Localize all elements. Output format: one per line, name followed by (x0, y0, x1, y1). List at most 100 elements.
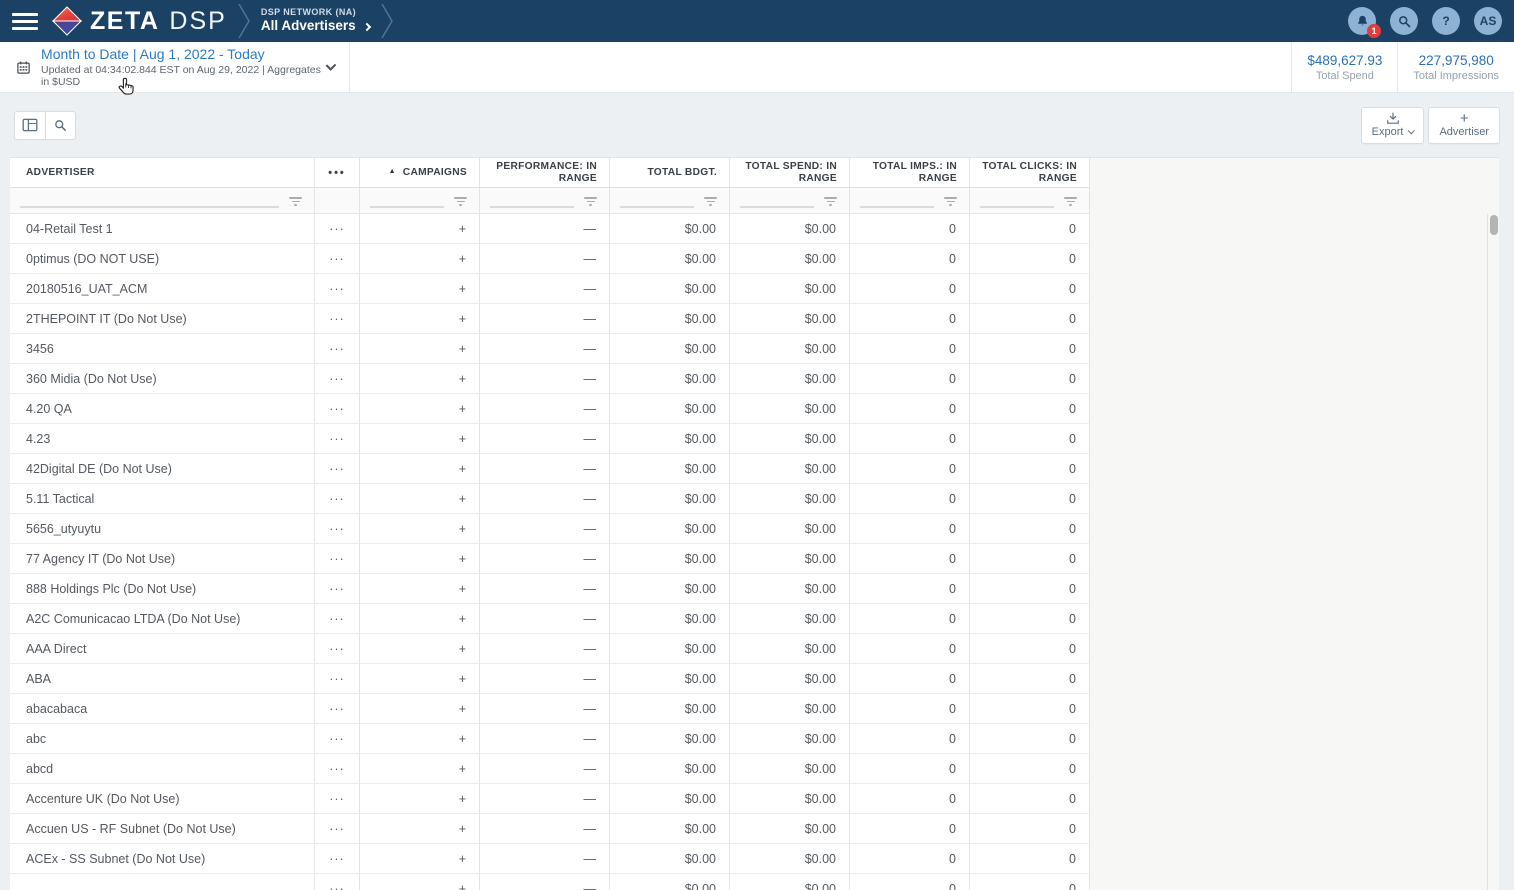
row-menu-button[interactable]: ··· (315, 874, 360, 890)
add-campaign-button[interactable]: + (360, 664, 480, 693)
add-campaign-button[interactable]: + (360, 604, 480, 633)
row-menu-button[interactable]: ··· (315, 844, 360, 873)
column-header-total-impressions[interactable]: TOTAL IMPS.: IN RANGE (850, 158, 970, 187)
add-campaign-button[interactable]: + (360, 784, 480, 813)
add-campaign-button[interactable]: + (360, 634, 480, 663)
export-button[interactable]: Export (1361, 107, 1425, 144)
add-campaign-button[interactable]: + (360, 214, 480, 243)
column-header-total-spend[interactable]: TOTAL SPEND: IN RANGE (730, 158, 850, 187)
cell-total-clicks: 0 (970, 304, 1090, 333)
breadcrumb[interactable]: DSP NETWORK (NA) All Advertisers (261, 7, 370, 35)
add-campaign-button[interactable]: + (360, 814, 480, 843)
filter-advertiser-input[interactable] (20, 194, 279, 208)
date-range-selector[interactable]: Month to Date | Aug 1, 2022 - Today Upda… (0, 42, 350, 92)
add-campaign-button[interactable]: + (360, 754, 480, 783)
help-button[interactable]: ? (1432, 7, 1460, 35)
column-header-campaigns[interactable]: ▲ CAMPAIGNS (360, 158, 480, 187)
filter-total-clicks-input[interactable] (980, 194, 1054, 208)
filter-total-budget-input[interactable] (620, 194, 694, 208)
column-header-total-budget[interactable]: TOTAL BDGT. (610, 158, 730, 187)
add-campaign-button[interactable]: + (360, 544, 480, 573)
filter-funnel-icon[interactable] (454, 195, 467, 206)
row-menu-button[interactable]: ··· (315, 694, 360, 723)
filter-funnel-icon[interactable] (704, 195, 717, 206)
add-campaign-button[interactable]: + (360, 304, 480, 333)
add-campaign-button[interactable]: + (360, 274, 480, 303)
cell-total-budget: $0.00 (610, 844, 730, 873)
cell-total-clicks: 0 (970, 364, 1090, 393)
cell-advertiser-name: 42Digital DE (Do Not Use) (10, 454, 315, 483)
table-row: 77 Agency IT (Do Not Use)···+—$0.00$0.00… (10, 544, 1090, 574)
cell-performance: — (480, 754, 610, 783)
row-menu-button[interactable]: ··· (315, 244, 360, 273)
search-button[interactable] (1390, 7, 1418, 35)
row-menu-button[interactable]: ··· (315, 574, 360, 603)
hamburger-menu-icon[interactable] (0, 0, 50, 42)
add-campaign-button[interactable]: + (360, 364, 480, 393)
row-menu-button[interactable]: ··· (315, 364, 360, 393)
add-campaign-button[interactable]: + (360, 724, 480, 753)
row-menu-button[interactable]: ··· (315, 784, 360, 813)
column-header-total-clicks[interactable]: TOTAL CLICKS: IN RANGE (970, 158, 1090, 187)
add-campaign-button[interactable]: + (360, 694, 480, 723)
add-campaign-button[interactable]: + (360, 334, 480, 363)
row-menu-button[interactable]: ··· (315, 514, 360, 543)
row-menu-button[interactable]: ··· (315, 484, 360, 513)
add-advertiser-button[interactable]: + Advertiser (1428, 107, 1500, 144)
cell-total-impressions: 0 (850, 364, 970, 393)
filter-funnel-icon[interactable] (289, 195, 302, 206)
row-menu-button[interactable]: ··· (315, 304, 360, 333)
row-menu-button[interactable]: ··· (315, 664, 360, 693)
cell-performance: — (480, 394, 610, 423)
breadcrumb-separator-icon (380, 3, 394, 39)
add-campaign-button[interactable]: + (360, 844, 480, 873)
avatar[interactable]: AS (1474, 7, 1502, 35)
row-menu-button[interactable]: ··· (315, 754, 360, 783)
filter-funnel-icon[interactable] (1064, 195, 1077, 206)
vertical-scrollbar[interactable] (1487, 214, 1499, 890)
calendar-icon (16, 59, 31, 76)
column-header-performance[interactable]: PERFORMANCE: IN RANGE (480, 158, 610, 187)
cell-performance: — (480, 334, 610, 363)
add-campaign-button[interactable]: + (360, 454, 480, 483)
add-campaign-button[interactable]: + (360, 874, 480, 890)
filter-funnel-icon[interactable] (824, 195, 837, 206)
row-menu-button[interactable]: ··· (315, 394, 360, 423)
column-header-menu-icon[interactable]: ••• (315, 158, 360, 187)
chevron-down-icon[interactable] (325, 60, 336, 71)
add-campaign-button[interactable]: + (360, 394, 480, 423)
filter-performance-input[interactable] (490, 194, 574, 208)
grid-search-button[interactable] (45, 111, 76, 140)
cell-total-spend: $0.00 (730, 244, 850, 273)
filter-total-impressions-input[interactable] (860, 194, 934, 208)
notifications-button[interactable]: 1 (1348, 7, 1376, 35)
row-menu-button[interactable]: ··· (315, 274, 360, 303)
date-range-title[interactable]: Month to Date | Aug 1, 2022 - Today (41, 46, 326, 62)
add-campaign-button[interactable]: + (360, 514, 480, 543)
row-menu-button[interactable]: ··· (315, 724, 360, 753)
row-menu-button[interactable]: ··· (315, 634, 360, 663)
filter-total-spend-input[interactable] (740, 194, 814, 208)
breadcrumb-all-advertisers[interactable]: All Advertisers (261, 18, 356, 35)
row-menu-button[interactable]: ··· (315, 814, 360, 843)
filter-funnel-icon[interactable] (944, 195, 957, 206)
row-menu-button[interactable]: ··· (315, 544, 360, 573)
column-header-advertiser[interactable]: ADVERTISER (10, 158, 315, 187)
cell-advertiser-name: abc (10, 724, 315, 753)
row-menu-button[interactable]: ··· (315, 214, 360, 243)
row-menu-button[interactable]: ··· (315, 424, 360, 453)
filter-funnel-icon[interactable] (584, 195, 597, 206)
brand-logo[interactable]: ZETA DSP (52, 6, 227, 36)
row-menu-button[interactable]: ··· (315, 334, 360, 363)
row-menu-button[interactable]: ··· (315, 454, 360, 483)
add-campaign-button[interactable]: + (360, 574, 480, 603)
cell-total-clicks: 0 (970, 844, 1090, 873)
add-campaign-button[interactable]: + (360, 244, 480, 273)
row-menu-button[interactable]: ··· (315, 604, 360, 633)
cell-advertiser-name (10, 874, 315, 890)
add-campaign-button[interactable]: + (360, 484, 480, 513)
filter-campaigns-input[interactable] (370, 194, 444, 208)
add-campaign-button[interactable]: + (360, 424, 480, 453)
scrollbar-thumb[interactable] (1490, 215, 1498, 235)
column-settings-button[interactable] (14, 111, 45, 140)
